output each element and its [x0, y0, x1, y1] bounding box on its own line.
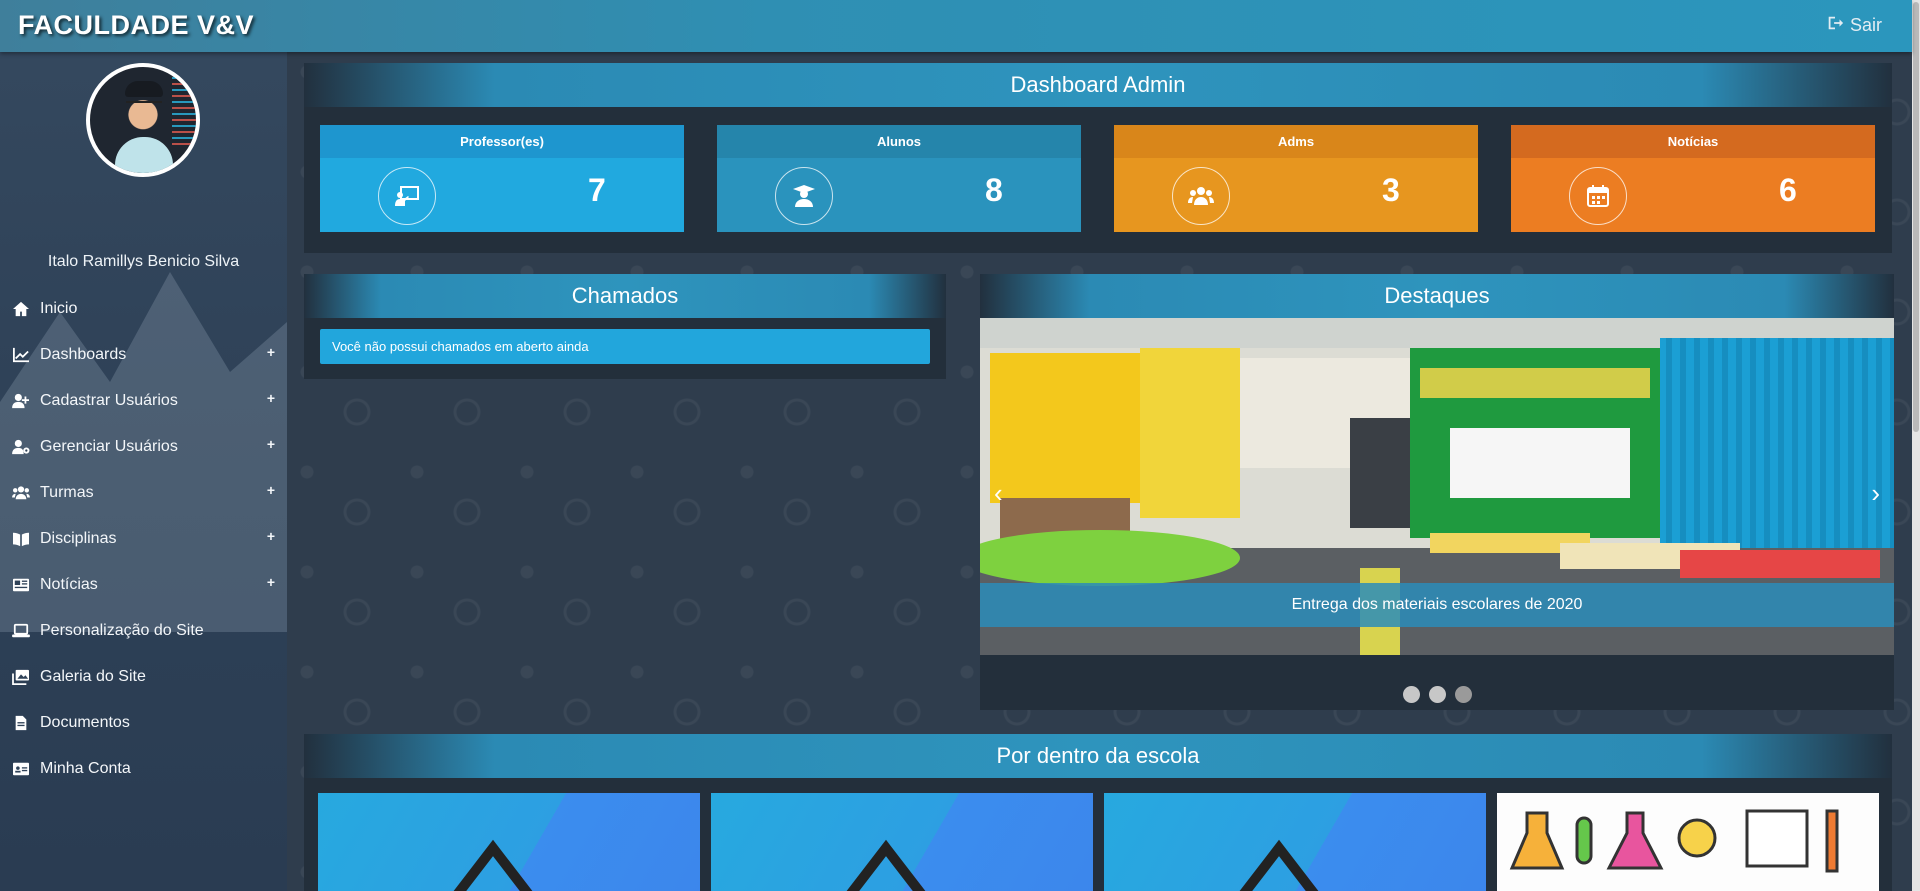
sidebar-item-label: Turmas — [40, 484, 94, 501]
scrollbar-thumb[interactable] — [1913, 2, 1919, 432]
file-icon — [11, 715, 31, 731]
stat-card-count: 7 — [588, 172, 606, 208]
sidebar-item-noticias[interactable]: Notícias + — [0, 562, 287, 608]
newspaper-icon — [11, 577, 31, 593]
chamados-title: Chamados — [304, 274, 946, 318]
sidebar-item-label: Gerenciar Usuários — [40, 438, 178, 455]
sidebar-item-turmas[interactable]: Turmas + — [0, 470, 287, 516]
chart-line-icon — [11, 347, 31, 363]
gallery-thumbnail[interactable] — [711, 793, 1093, 891]
gallery-thumbnails — [318, 793, 1879, 891]
carousel-dot[interactable] — [1454, 686, 1472, 703]
expand-icon[interactable]: + — [267, 482, 275, 498]
users-icon — [11, 485, 31, 501]
sidebar-item-inicio[interactable]: Inicio — [0, 286, 287, 332]
carousel-next-button[interactable]: › — [1871, 478, 1880, 509]
carousel-indicators — [980, 686, 1894, 703]
sidebar-item-label: Disciplinas — [40, 530, 117, 547]
expand-icon[interactable]: + — [267, 436, 275, 452]
sidebar-menu: Inicio Dashboards + Cadastrar Usuários +… — [0, 286, 287, 792]
expand-icon[interactable]: + — [267, 574, 275, 590]
gallery-thumbnail[interactable] — [1104, 793, 1486, 891]
destaques-panel: Destaques Entrega dos materiais escolare… — [980, 274, 1894, 710]
stat-card-noticias[interactable]: Notícias 6 — [1511, 125, 1875, 232]
escola-panel: Por dentro da escola — [304, 734, 1892, 891]
sidebar-item-label: Minha Conta — [40, 760, 131, 777]
sidebar-item-cadastrar-usuarios[interactable]: Cadastrar Usuários + — [0, 378, 287, 424]
users-icon — [1172, 167, 1230, 225]
carousel-prev-button[interactable]: ‹ — [994, 478, 1003, 509]
gallery-thumbnail[interactable] — [318, 793, 700, 891]
images-icon — [11, 669, 31, 685]
sidebar-item-label: Galeria do Site — [40, 668, 146, 685]
home-icon — [11, 301, 31, 317]
calendar-icon — [1569, 167, 1627, 225]
stat-cards: Professor(es) 7 Alunos 8 Adms 3 Notícias… — [320, 125, 1905, 232]
gallery-thumbnail[interactable] — [1497, 793, 1879, 891]
sidebar-item-galeria[interactable]: Galeria do Site — [0, 654, 287, 700]
expand-icon[interactable]: + — [267, 344, 275, 360]
sidebar: Italo Ramillys Benicio Silva Inicio Dash… — [0, 52, 287, 891]
user-cog-icon — [11, 439, 31, 455]
destaques-title: Destaques — [980, 274, 1894, 318]
sidebar-item-label: Inicio — [40, 300, 78, 317]
sidebar-item-label: Documentos — [40, 714, 130, 731]
dashboard-panel: Dashboard Admin Professor(es) 7 Alunos 8 — [304, 63, 1892, 253]
carousel-caption: Entrega dos materiais escolares de 2020 — [980, 583, 1894, 627]
avatar[interactable] — [86, 63, 200, 177]
dashboard-title: Dashboard Admin — [304, 63, 1892, 107]
stat-card-alunos[interactable]: Alunos 8 — [717, 125, 1081, 232]
expand-icon[interactable]: + — [267, 390, 275, 406]
carousel-dot[interactable] — [1428, 686, 1446, 703]
user-name: Italo Ramillys Benicio Silva — [47, 253, 240, 270]
stat-card-title: Notícias — [1511, 125, 1875, 158]
laptop-icon — [11, 623, 31, 639]
sidebar-item-label: Personalização do Site — [40, 622, 204, 639]
carousel-dot[interactable] — [1402, 686, 1420, 703]
sidebar-item-label: Cadastrar Usuários — [40, 392, 178, 409]
science-doodle-icon — [1509, 809, 1839, 873]
escola-title: Por dentro da escola — [304, 734, 1892, 778]
book-open-icon — [11, 531, 31, 547]
stat-card-title: Adms — [1114, 125, 1478, 158]
sidebar-item-label: Dashboards — [40, 346, 127, 363]
expand-icon[interactable]: + — [267, 528, 275, 544]
stat-card-title: Alunos — [717, 125, 1081, 158]
sidebar-item-dashboards[interactable]: Dashboards + — [0, 332, 287, 378]
stat-card-professores[interactable]: Professor(es) 7 — [320, 125, 684, 232]
user-plus-icon — [11, 393, 31, 409]
stat-card-count: 8 — [985, 172, 1003, 208]
id-card-icon — [11, 761, 31, 777]
highlight-carousel[interactable]: Entrega dos materiais escolares de 2020 … — [980, 318, 1894, 655]
logout-button[interactable]: Sair — [1826, 14, 1882, 37]
stat-card-count: 6 — [1779, 172, 1797, 208]
stat-card-count: 3 — [1382, 172, 1400, 208]
chamados-empty-alert: Você não possui chamados em aberto ainda — [320, 329, 930, 364]
sidebar-item-personalizacao[interactable]: Personalização do Site — [0, 608, 287, 654]
chamados-panel: Chamados Você não possui chamados em abe… — [304, 274, 946, 379]
stat-card-title: Professor(es) — [320, 125, 684, 158]
sidebar-item-gerenciar-usuarios[interactable]: Gerenciar Usuários + — [0, 424, 287, 470]
brand-logo[interactable]: FACULDADE V&V — [18, 10, 254, 41]
chalkboard-teacher-icon — [378, 167, 436, 225]
sidebar-item-minha-conta[interactable]: Minha Conta — [0, 746, 287, 792]
main-content: Dashboard Admin Professor(es) 7 Alunos 8 — [287, 52, 1912, 891]
sidebar-item-documentos[interactable]: Documentos — [0, 700, 287, 746]
page-scrollbar[interactable] — [1912, 0, 1920, 891]
user-graduate-icon — [775, 167, 833, 225]
stat-card-adms[interactable]: Adms 3 — [1114, 125, 1478, 232]
sign-out-icon — [1826, 14, 1844, 37]
top-navbar: FACULDADE V&V Sair — [0, 0, 1912, 52]
sidebar-item-label: Notícias — [40, 576, 98, 593]
logout-label: Sair — [1849, 15, 1882, 35]
sidebar-item-disciplinas[interactable]: Disciplinas + — [0, 516, 287, 562]
